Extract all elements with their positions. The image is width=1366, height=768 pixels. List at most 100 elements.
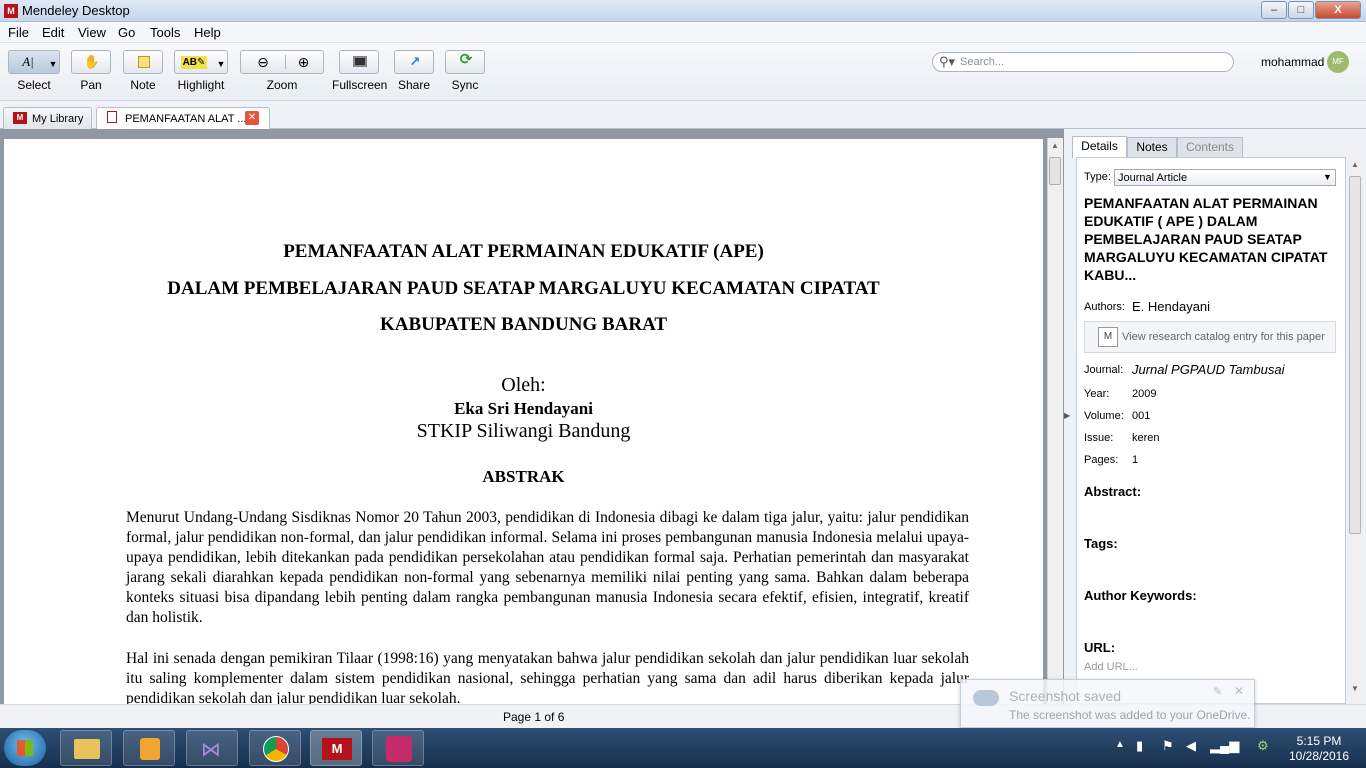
year-label: Year:: [1084, 388, 1110, 400]
tags-heading: Tags:: [1084, 536, 1118, 551]
search-placeholder: Search...: [960, 56, 1005, 68]
flag-icon[interactable]: ⚑: [1162, 738, 1174, 754]
authors-label: Authors:: [1084, 301, 1125, 313]
doc-author: Eka Sri Hendayani: [454, 399, 593, 418]
folder-icon: [74, 739, 100, 759]
menu-view[interactable]: View: [78, 25, 106, 40]
minimize-button[interactable]: –: [1261, 1, 1287, 19]
zoom-in-icon[interactable]: ⊕: [285, 55, 321, 69]
menu-help[interactable]: Help: [194, 25, 221, 40]
highlight-tool-button[interactable]: AB✎ ▼: [174, 50, 228, 74]
tab-strip: M My Library PEMANFAATAN ALAT ... ✕: [0, 101, 1366, 130]
share-icon: ↗: [409, 54, 421, 69]
taskbar-explorer[interactable]: [60, 730, 112, 766]
settings-icon[interactable]: ✎: [1213, 685, 1222, 698]
media-player-icon: [140, 738, 160, 760]
highlighter-icon: AB✎: [181, 56, 207, 69]
taskbar-mendeley[interactable]: M: [310, 730, 362, 766]
doc-title-line-1: PEMANFAATAN ALAT PERMAINAN EDUKATIF (APE…: [283, 241, 764, 262]
select-tool-button[interactable]: A| ▼: [8, 50, 60, 74]
onedrive-cloud-icon: [973, 690, 999, 706]
tab-notes[interactable]: Notes: [1127, 137, 1177, 157]
close-icon[interactable]: ✕: [1234, 684, 1244, 698]
taskbar: ⋈ M ▲ ▮ ⚑ ◀ ▂▄▆ ⚙ 5:15 PM 10/28/2016: [0, 728, 1366, 768]
sync-button[interactable]: ⟳: [445, 50, 485, 74]
document-viewer[interactable]: PEMANFAATAN ALAT PERMAINAN EDUKATIF (APE…: [0, 129, 1064, 704]
menu-tools[interactable]: Tools: [150, 25, 180, 40]
hand-icon: ✋: [83, 54, 101, 69]
tab-my-library[interactable]: M My Library: [3, 107, 92, 130]
doc-by-label: Oleh:: [501, 374, 546, 396]
avatar[interactable]: MF: [1327, 51, 1349, 73]
note-icon: [138, 56, 150, 68]
doc-title-line-3: KABUPATEN BANDUNG BARAT: [379, 314, 668, 335]
close-tab-icon[interactable]: ✕: [245, 111, 259, 125]
type-select[interactable]: Journal Article ▼: [1114, 169, 1336, 186]
chevron-down-icon[interactable]: ▼: [47, 57, 59, 71]
author-keywords-heading: Author Keywords:: [1084, 588, 1197, 603]
pdf-icon: [107, 111, 117, 123]
doc-title-line-2: DALAM PEMBELAJARAN PAUD SEATAP MARGALUYU…: [167, 278, 880, 299]
volume-value[interactable]: 001: [1132, 410, 1150, 422]
fullscreen-label: Fullscreen: [332, 78, 388, 92]
share-button[interactable]: ↗: [394, 50, 434, 74]
onedrive-notification[interactable]: Screenshot saved The screenshot was adde…: [960, 679, 1255, 728]
menu-file[interactable]: File: [8, 25, 29, 40]
text-select-icon: A|: [22, 54, 34, 69]
close-window-button[interactable]: X: [1315, 1, 1361, 19]
authors-value[interactable]: E. Hendayani: [1132, 299, 1210, 314]
details-scroll-thumb[interactable]: [1349, 176, 1361, 534]
pan-tool-button[interactable]: ✋: [71, 50, 111, 74]
journal-value[interactable]: Jurnal PGPAUD Tambusai: [1132, 362, 1284, 377]
volume-label: Volume:: [1084, 410, 1124, 422]
taskbar-chrome[interactable]: [249, 730, 301, 766]
scroll-down-icon[interactable]: ▼: [1351, 684, 1359, 693]
windows-logo-icon: [17, 740, 33, 756]
share-label: Share: [397, 78, 431, 92]
user-name[interactable]: mohammad: [1261, 55, 1324, 69]
issue-label: Issue:: [1084, 432, 1114, 444]
tray-app-icon[interactable]: ⚙: [1257, 738, 1269, 754]
scroll-up-icon[interactable]: ▲: [1051, 141, 1059, 150]
signal-icon[interactable]: ▂▄▆: [1210, 738, 1239, 754]
taskbar-visual-studio[interactable]: ⋈: [186, 730, 238, 766]
show-hidden-icons[interactable]: ▲: [1115, 739, 1125, 750]
catalog-link-text: View research catalog entry for this pap…: [1122, 331, 1325, 343]
tab-contents[interactable]: Contents: [1177, 137, 1243, 157]
pdf-page[interactable]: PEMANFAATAN ALAT PERMAINAN EDUKATIF (APE…: [4, 139, 1043, 704]
fullscreen-button[interactable]: [339, 50, 379, 74]
document-scroll-thumb[interactable]: [1049, 157, 1061, 185]
visual-studio-icon: ⋈: [201, 739, 221, 761]
menu-bar: File Edit View Go Tools Help: [0, 22, 1366, 43]
scroll-up-icon[interactable]: ▲: [1351, 160, 1359, 169]
maximize-button[interactable]: □: [1288, 1, 1314, 19]
doc-paragraph-1: Menurut Undang-Undang Sisdiknas Nomor 20…: [126, 509, 969, 626]
window-title: Mendeley Desktop: [22, 3, 130, 18]
select-label: Select: [17, 78, 51, 92]
start-button[interactable]: [4, 730, 46, 766]
year-value[interactable]: 2009: [1132, 388, 1156, 400]
system-clock[interactable]: 5:15 PM 10/28/2016: [1282, 734, 1356, 764]
add-url-field[interactable]: Add URL...: [1084, 661, 1138, 673]
menu-edit[interactable]: Edit: [42, 25, 64, 40]
menu-go[interactable]: Go: [118, 25, 135, 40]
document-scrollbar[interactable]: [1047, 138, 1063, 704]
taskbar-pdf-app[interactable]: [372, 730, 424, 766]
tab-details[interactable]: Details: [1072, 136, 1127, 158]
type-value: Journal Article: [1118, 172, 1188, 184]
taskbar-media-player[interactable]: [123, 730, 175, 766]
network-icon[interactable]: ▮: [1136, 738, 1143, 754]
note-tool-button[interactable]: [123, 50, 163, 74]
pages-value[interactable]: 1: [1132, 454, 1138, 466]
catalog-entry-link[interactable]: M View research catalog entry for this p…: [1084, 321, 1336, 353]
page-indicator: Page 1 of 6: [503, 710, 565, 724]
chevron-down-icon[interactable]: ▼: [215, 57, 227, 71]
search-input[interactable]: ⚲▾ Search...: [932, 52, 1234, 72]
details-title[interactable]: PEMANFAATAN ALAT PERMAINAN EDUKATIF ( AP…: [1084, 194, 1332, 284]
zoom-out-icon[interactable]: ⊖: [245, 55, 281, 69]
zoom-label: Zoom: [266, 78, 298, 92]
mendeley-logo-icon: M: [13, 112, 27, 124]
issue-value[interactable]: keren: [1132, 432, 1160, 444]
volume-icon[interactable]: ◀: [1186, 738, 1196, 754]
tab-document[interactable]: PEMANFAATAN ALAT ... ✕: [96, 107, 270, 130]
